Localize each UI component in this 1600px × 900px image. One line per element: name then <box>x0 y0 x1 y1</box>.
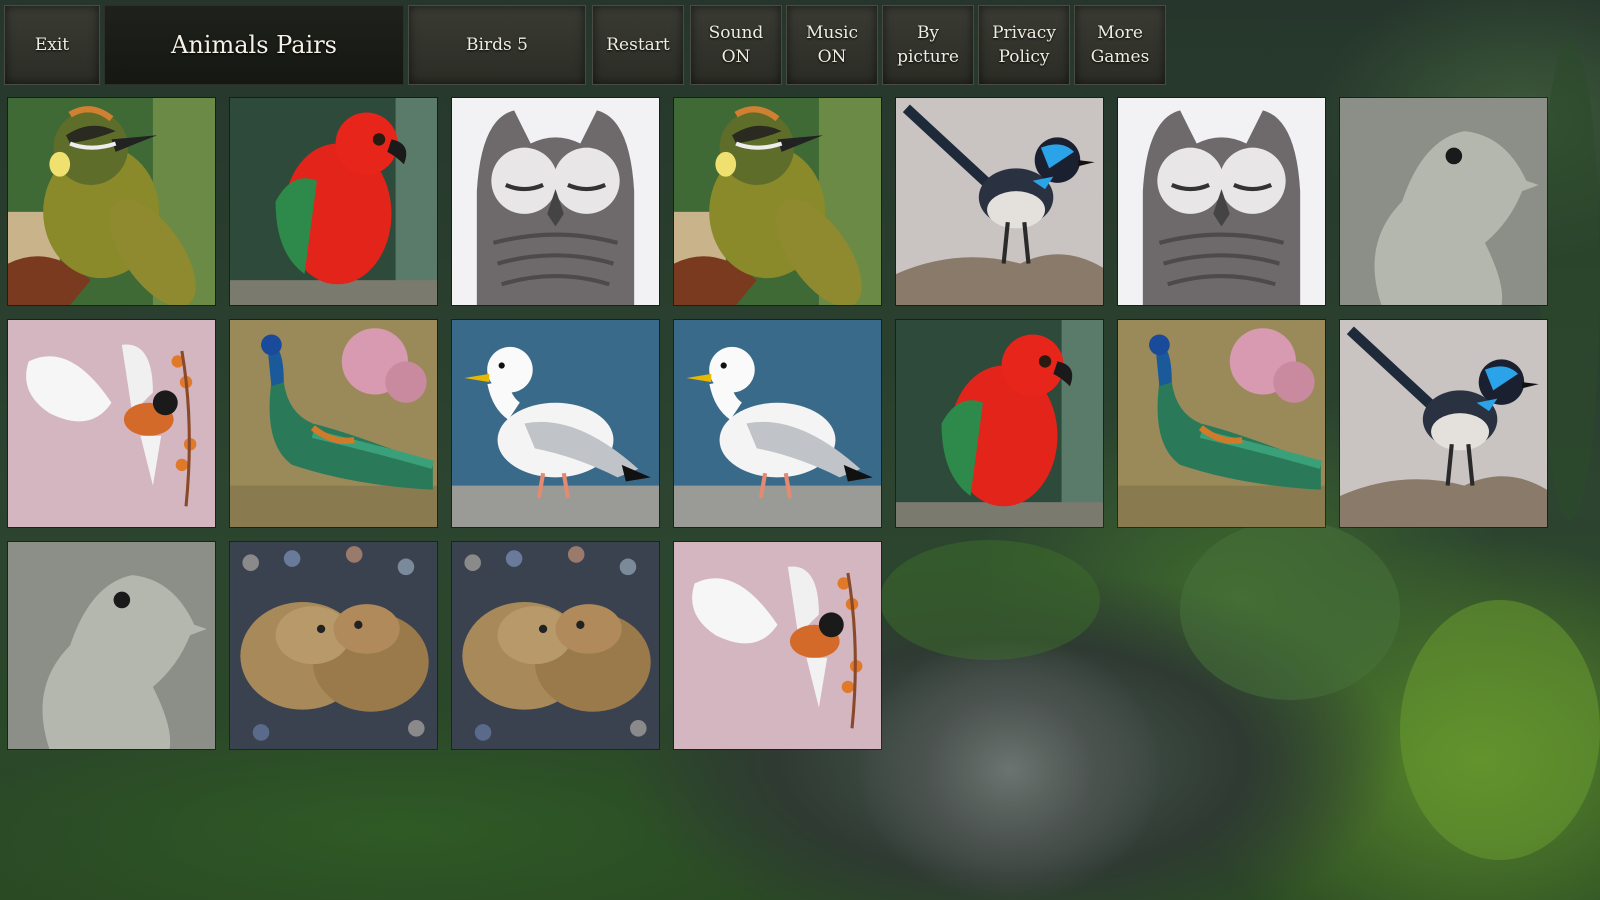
owl-picture <box>452 98 659 305</box>
card-dove[interactable] <box>1339 97 1548 306</box>
dove-picture <box>8 542 215 749</box>
card-fairy-wren[interactable] <box>1339 319 1548 528</box>
card-owl[interactable] <box>451 97 660 306</box>
card-honeyeater[interactable] <box>673 97 882 306</box>
seagull-picture <box>674 320 881 527</box>
restart-button[interactable]: Restart <box>592 5 684 85</box>
background-foliage <box>1180 520 1400 700</box>
king-parrot-picture <box>230 98 437 305</box>
card-owl[interactable] <box>1117 97 1326 306</box>
card-seagull[interactable] <box>673 319 882 528</box>
honeyeater-picture <box>8 98 215 305</box>
match-mode-button[interactable]: By picture <box>882 5 974 85</box>
card-fairy-wren[interactable] <box>895 97 1104 306</box>
privacy-policy-button[interactable]: Privacy Policy <box>978 5 1070 85</box>
king-parrot-picture <box>896 320 1103 527</box>
dove-picture <box>1340 98 1547 305</box>
card-seagull[interactable] <box>451 319 660 528</box>
card-ducklings[interactable] <box>451 541 660 750</box>
ducklings-picture <box>230 542 437 749</box>
peacock-picture <box>1118 320 1325 527</box>
card-peacock[interactable] <box>1117 319 1326 528</box>
seagull-picture <box>452 320 659 527</box>
card-ducklings[interactable] <box>229 541 438 750</box>
card-flying-finch[interactable] <box>7 319 216 528</box>
sound-toggle-button[interactable]: Sound ON <box>690 5 782 85</box>
music-toggle-button[interactable]: Music ON <box>786 5 878 85</box>
background-foliage <box>1540 40 1600 520</box>
background-river <box>860 640 1160 900</box>
card-king-parrot[interactable] <box>229 97 438 306</box>
background-foliage <box>880 540 1100 660</box>
ducklings-picture <box>452 542 659 749</box>
card-flying-finch[interactable] <box>673 541 882 750</box>
card-honeyeater[interactable] <box>7 97 216 306</box>
card-dove[interactable] <box>7 541 216 750</box>
category-button[interactable]: Birds 5 <box>408 5 586 85</box>
top-toolbar: Exit Animals Pairs Birds 5 Restart Sound… <box>0 0 1170 92</box>
exit-button[interactable]: Exit <box>4 5 100 85</box>
honeyeater-picture <box>674 98 881 305</box>
peacock-picture <box>230 320 437 527</box>
owl-picture <box>1118 98 1325 305</box>
fairy-wren-picture <box>1340 320 1547 527</box>
game-title: Animals Pairs <box>104 5 404 85</box>
more-games-button[interactable]: More Games <box>1074 5 1166 85</box>
flying-finch-picture <box>8 320 215 527</box>
background-foliage <box>1400 600 1600 860</box>
card-king-parrot[interactable] <box>895 319 1104 528</box>
fairy-wren-picture <box>896 98 1103 305</box>
flying-finch-picture <box>674 542 881 749</box>
card-peacock[interactable] <box>229 319 438 528</box>
